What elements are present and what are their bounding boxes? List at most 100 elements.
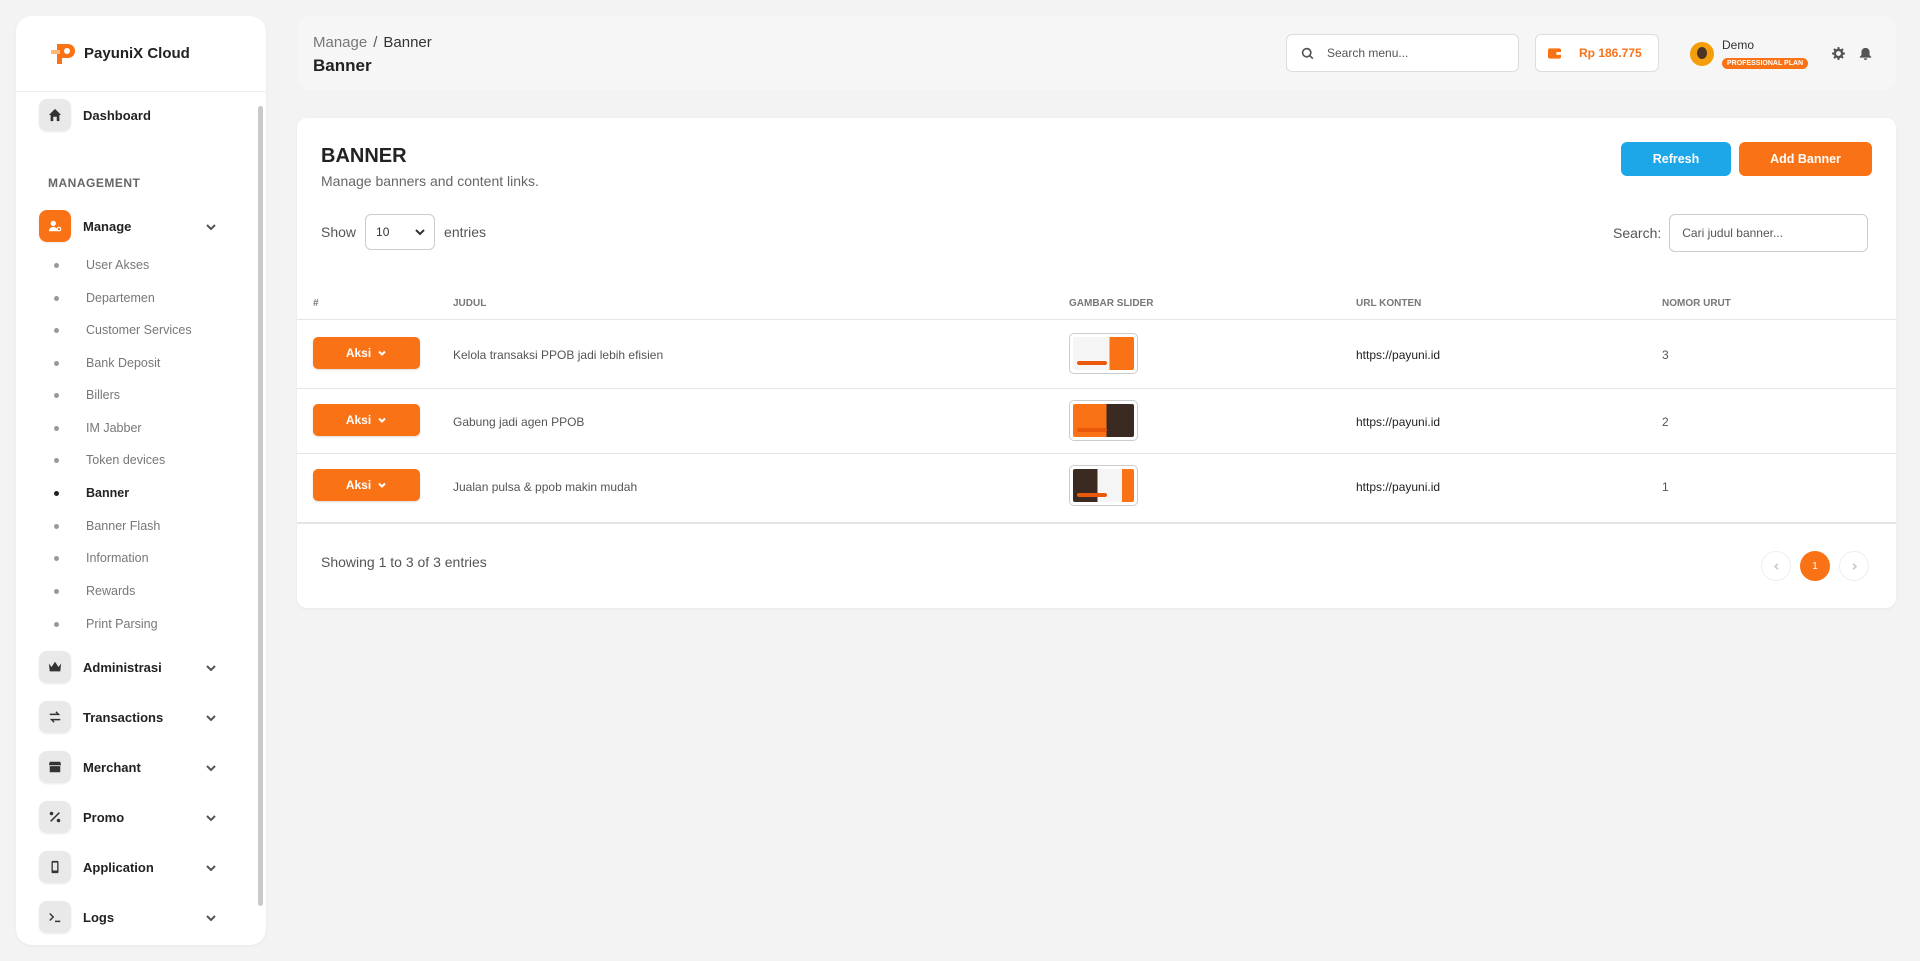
banner-image bbox=[1073, 469, 1134, 502]
column-header-judul[interactable]: JUDUL bbox=[453, 298, 486, 309]
sidebar-subitem-bank-deposit[interactable]: Bank Deposit bbox=[54, 353, 160, 373]
sidebar-item-label: Transactions bbox=[83, 709, 164, 725]
brand-logo-icon bbox=[51, 43, 75, 64]
bullet-dot bbox=[54, 295, 59, 301]
banner-thumbnail[interactable] bbox=[1069, 465, 1138, 506]
balance-widget[interactable]: Rp 186.775 bbox=[1535, 34, 1659, 72]
sidebar-item-promo[interactable]: Promo bbox=[39, 799, 239, 835]
pagination-prev[interactable] bbox=[1761, 551, 1791, 581]
gear-icon[interactable] bbox=[1832, 47, 1845, 60]
cell-judul: Gabung jadi agen PPOB bbox=[453, 415, 585, 429]
sidebar-item-label: Manage bbox=[83, 218, 132, 234]
cell-url: https://payuni.id bbox=[1356, 480, 1441, 494]
sidebar-subitem-departemen[interactable]: Departemen bbox=[54, 288, 155, 308]
table-search: Search: bbox=[1613, 214, 1869, 252]
table-row: Aksi Gabung jadi agen PPOB https://payun… bbox=[297, 389, 1896, 454]
bullet-dot bbox=[54, 327, 59, 333]
card-subtitle: Manage banners and content links. bbox=[321, 173, 539, 189]
bullet-dot bbox=[54, 621, 59, 627]
sidebar-subitem-label: IM Jabber bbox=[86, 421, 142, 435]
aksi-dropdown-button[interactable]: Aksi bbox=[313, 469, 420, 501]
breadcrumb-parent[interactable]: Manage bbox=[313, 34, 367, 51]
brand[interactable]: PayuniX Cloud bbox=[16, 16, 266, 92]
bullet-dot bbox=[54, 457, 59, 463]
banner-image bbox=[1073, 404, 1134, 437]
breadcrumb: Manage / Banner bbox=[313, 34, 432, 51]
sidebar-subitem-banner[interactable]: Banner bbox=[54, 483, 129, 503]
cell-nomor: 3 bbox=[1662, 348, 1669, 362]
banner-image-accent bbox=[1077, 428, 1107, 432]
sidebar-subitem-billers[interactable]: Billers bbox=[54, 385, 120, 405]
table-search-input[interactable] bbox=[1669, 214, 1869, 252]
chevron-down-icon bbox=[205, 861, 217, 873]
user-menu[interactable]: Demo PROFESSIONAL PLAN bbox=[1690, 38, 1809, 70]
bullet-dot bbox=[54, 555, 59, 561]
column-header-gambar[interactable]: GAMBAR SLIDER bbox=[1069, 298, 1153, 309]
sidebar-item-application[interactable]: Application bbox=[39, 849, 239, 885]
refresh-button[interactable]: Refresh bbox=[1621, 142, 1731, 176]
sidebar-scrollbar[interactable] bbox=[258, 106, 263, 906]
terminal-icon bbox=[39, 901, 71, 933]
entries-select[interactable]: 10 bbox=[365, 214, 436, 250]
sidebar-item-manage[interactable]: Manage bbox=[39, 208, 239, 244]
section-title-management: MANAGEMENT bbox=[48, 176, 141, 190]
pagination-page[interactable]: 1 bbox=[1800, 551, 1830, 581]
chevron-right-icon bbox=[1852, 562, 1857, 570]
user-name: Demo bbox=[1722, 38, 1755, 52]
sidebar-item-merchant[interactable]: Merchant bbox=[39, 749, 239, 785]
sidebar-subitem-label: Billers bbox=[86, 388, 121, 402]
sidebar-item-administrasi[interactable]: Administrasi bbox=[39, 649, 239, 685]
sidebar-subitem-label: User Akses bbox=[86, 258, 150, 272]
sidebar-subitem-customer-services[interactable]: Customer Services bbox=[54, 320, 192, 340]
cell-judul: Jualan pulsa & ppob makin mudah bbox=[453, 480, 638, 494]
store-icon bbox=[39, 751, 71, 783]
banner-thumbnail[interactable] bbox=[1069, 333, 1138, 374]
cell-judul: Kelola transaksi PPOB jadi lebih efisien bbox=[453, 348, 664, 362]
menu-search-input[interactable] bbox=[1327, 46, 1497, 60]
breadcrumb-current: Banner bbox=[383, 34, 432, 51]
bullet-dot bbox=[54, 392, 59, 398]
sidebar-subitem-user-akses[interactable]: User Akses bbox=[54, 255, 149, 275]
sidebar-subitem-token-devices[interactable]: Token devices bbox=[54, 450, 165, 470]
page-title: Banner bbox=[313, 56, 372, 75]
aksi-dropdown-button[interactable]: Aksi bbox=[313, 337, 420, 369]
search-icon bbox=[1287, 47, 1327, 60]
sidebar-item-dashboard[interactable]: Dashboard bbox=[39, 97, 239, 133]
banner-image-accent bbox=[1077, 493, 1107, 497]
cell-url: https://payuni.id bbox=[1356, 415, 1441, 429]
menu-search[interactable] bbox=[1286, 34, 1519, 72]
chevron-left-icon bbox=[1773, 562, 1778, 570]
avatar bbox=[1690, 42, 1714, 66]
sidebar-item-label: Dashboard bbox=[83, 107, 151, 123]
sidebar-item-transactions[interactable]: Transactions bbox=[39, 699, 239, 735]
sidebar-subitem-im-jabber[interactable]: IM Jabber bbox=[54, 418, 142, 438]
aksi-label: Aksi bbox=[345, 346, 372, 360]
sidebar-item-label: Promo bbox=[83, 809, 125, 825]
column-header-url[interactable]: URL KONTEN bbox=[1356, 298, 1421, 309]
home-icon bbox=[39, 99, 71, 131]
sidebar-item-logs[interactable]: Logs bbox=[39, 899, 239, 935]
balance-amount: Rp 186.775 bbox=[1579, 46, 1642, 60]
banner-image-accent bbox=[1077, 361, 1107, 365]
sidebar-subitem-rewards[interactable]: Rewards bbox=[54, 581, 135, 601]
chevron-down-icon bbox=[378, 417, 386, 423]
sidebar-subitem-print-parsing[interactable]: Print Parsing bbox=[54, 614, 158, 634]
banner-thumbnail[interactable] bbox=[1069, 400, 1138, 441]
entries-length: Show 10 entries bbox=[321, 214, 486, 250]
sidebar-subitem-banner-flash[interactable]: Banner Flash bbox=[54, 516, 160, 536]
aksi-dropdown-button[interactable]: Aksi bbox=[313, 404, 420, 436]
pagination-next[interactable] bbox=[1839, 551, 1869, 581]
show-label: Show bbox=[321, 224, 357, 240]
bullet-dot bbox=[54, 523, 59, 529]
mobile-icon bbox=[39, 851, 71, 883]
cell-url: https://payuni.id bbox=[1356, 348, 1441, 362]
bell-icon[interactable] bbox=[1859, 47, 1872, 60]
chevron-down-icon bbox=[205, 661, 217, 673]
bullet-dot bbox=[54, 425, 59, 431]
sidebar-subitem-label: Bank Deposit bbox=[86, 356, 161, 370]
chevron-down-icon bbox=[378, 482, 386, 488]
add-banner-button[interactable]: Add Banner bbox=[1739, 142, 1872, 176]
chevron-down-icon bbox=[205, 220, 217, 232]
sidebar-subitem-information[interactable]: Information bbox=[54, 548, 149, 568]
column-header-nomor[interactable]: NOMOR URUT bbox=[1662, 298, 1731, 309]
